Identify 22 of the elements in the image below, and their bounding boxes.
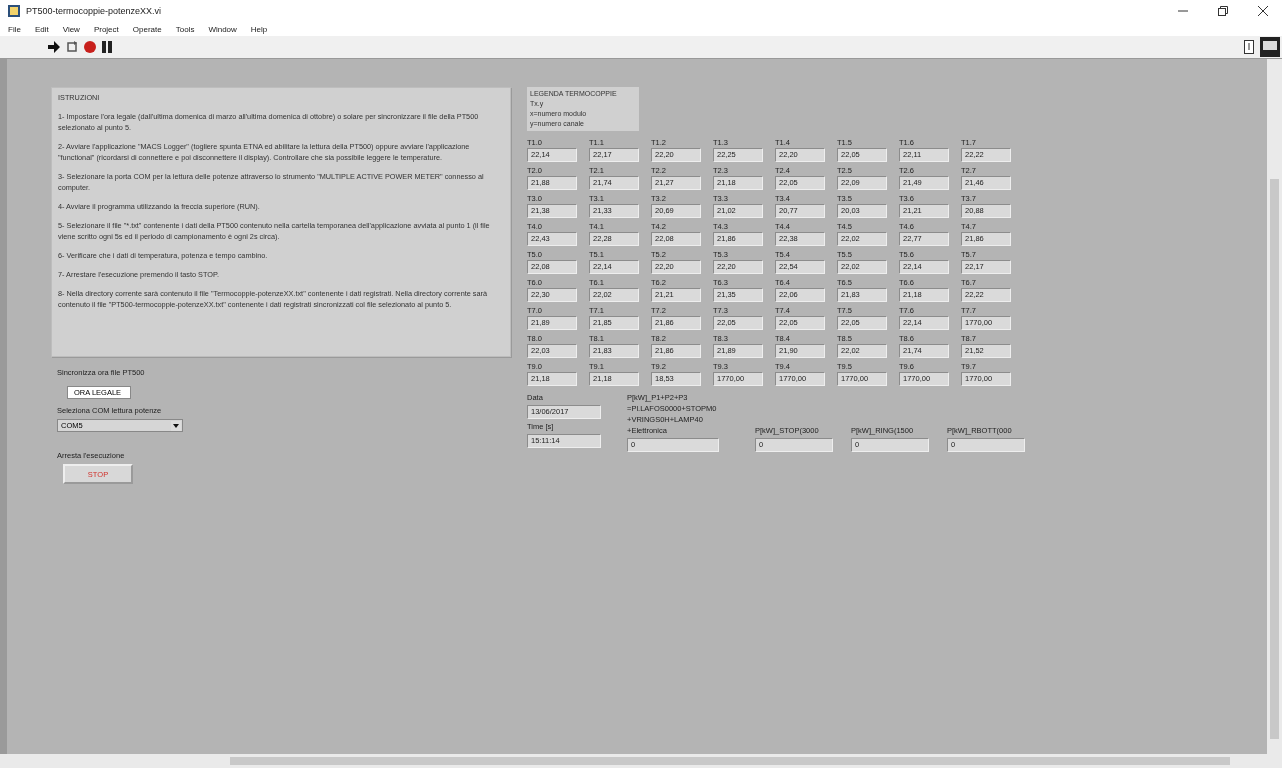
- abort-icon[interactable]: [84, 41, 96, 53]
- scrollbar-thumb[interactable]: [1270, 179, 1279, 739]
- menu-item[interactable]: Edit: [34, 24, 49, 34]
- menu-item[interactable]: Tools: [175, 24, 195, 34]
- vertical-scrollbar[interactable]: [1267, 59, 1282, 754]
- dropdown-arrow-icon[interactable]: [171, 420, 181, 431]
- app-icon: [8, 5, 20, 17]
- restore-icon[interactable]: [1218, 6, 1228, 16]
- close-icon[interactable]: [1258, 6, 1268, 16]
- menu-item[interactable]: File: [8, 24, 21, 34]
- menu-item[interactable]: Help: [250, 24, 268, 34]
- horizontal-scrollbar[interactable]: [0, 754, 1282, 768]
- run-continuously-icon[interactable]: [66, 41, 78, 53]
- menu-item[interactable]: Project: [93, 24, 119, 34]
- menu-item[interactable]: View: [62, 24, 80, 34]
- menu-item[interactable]: Window: [208, 24, 237, 34]
- pause-icon[interactable]: [102, 41, 112, 53]
- scrollbar-thumb[interactable]: [230, 757, 1230, 765]
- help-icon[interactable]: [1244, 40, 1254, 54]
- menu-item[interactable]: Operate: [132, 24, 162, 34]
- run-arrow-icon[interactable]: [48, 41, 60, 53]
- window-title: PT500-termocoppie-potenzeXX.vi: [26, 6, 162, 16]
